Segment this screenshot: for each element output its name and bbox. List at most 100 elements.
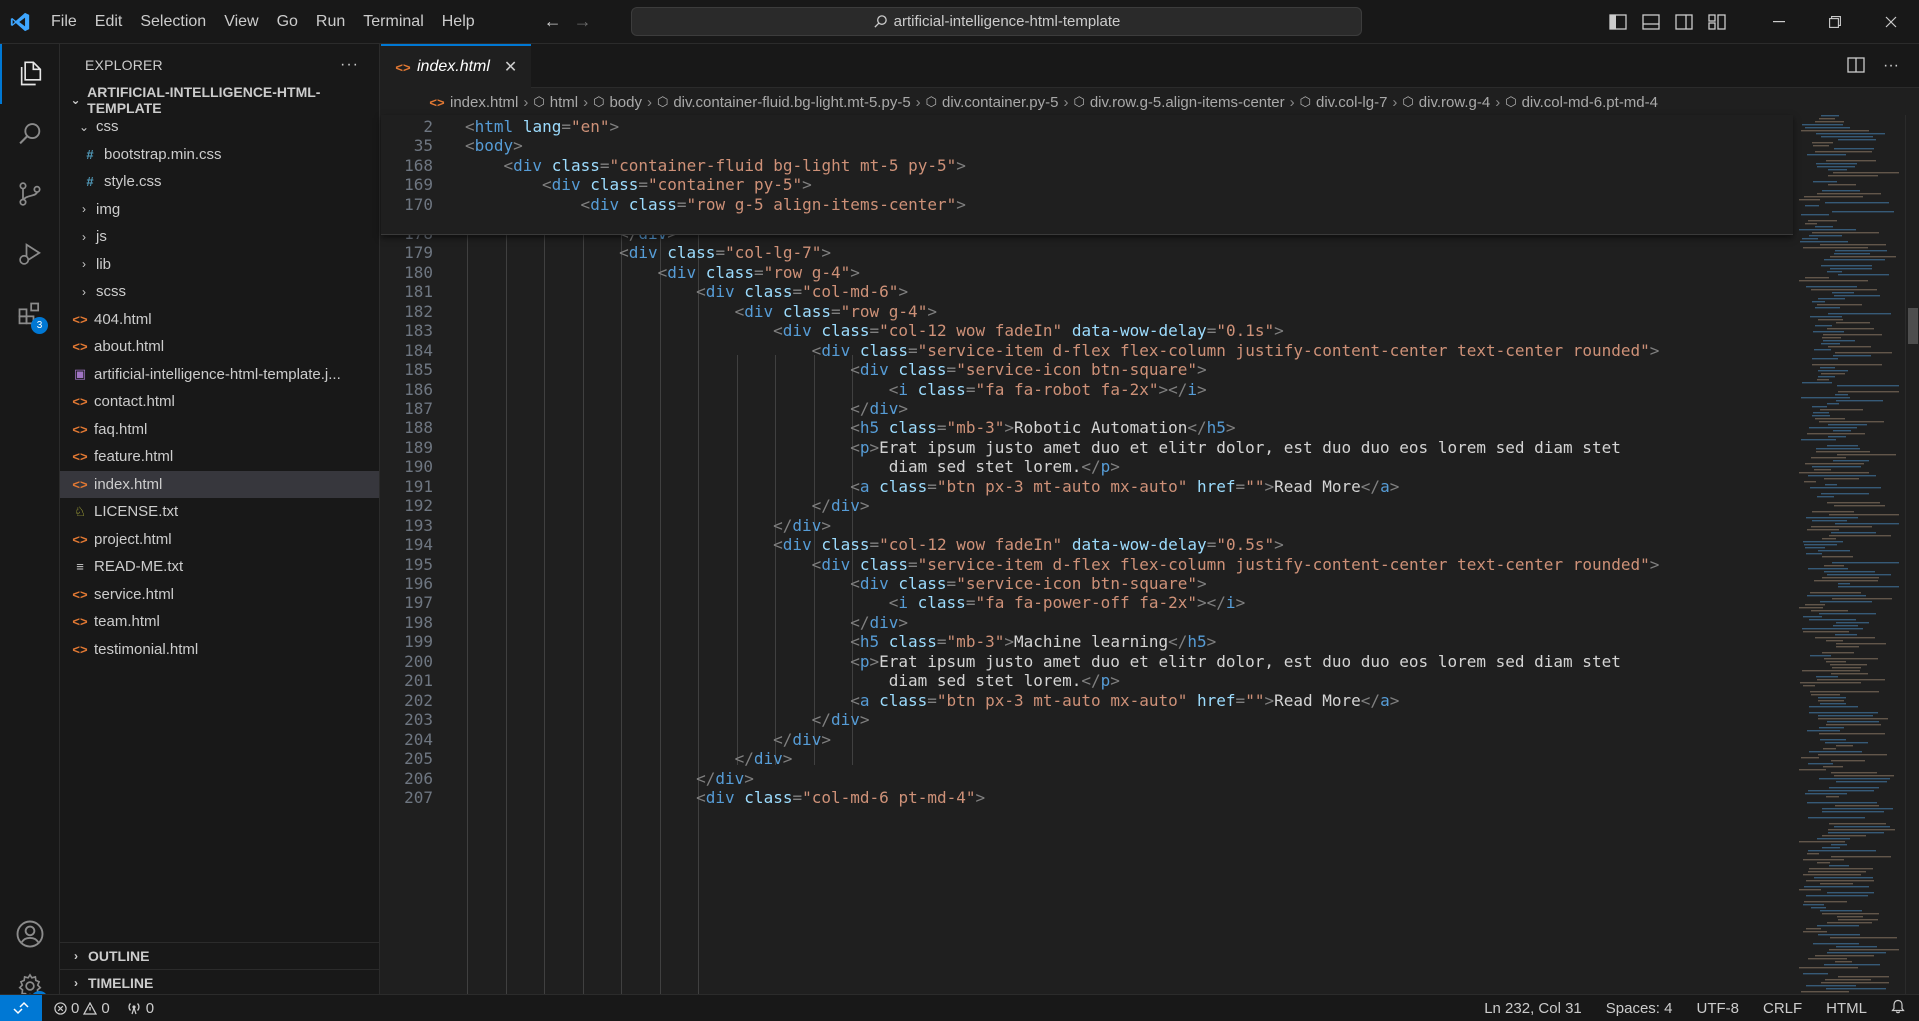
minimap-code-line [1835,250,1887,252]
menu-go[interactable]: Go [268,0,307,44]
breadcrumb-item[interactable]: <> index.html [429,94,518,111]
minimap[interactable] [1793,115,1903,994]
token-pun: ></ [1158,379,1188,399]
tree-item[interactable]: <> service.html [60,581,379,609]
menu-file[interactable]: File [42,0,86,44]
html-file-icon: <> [72,449,88,465]
indentation[interactable]: Spaces: 4 [1606,1000,1673,1017]
menu-terminal[interactable]: Terminal [354,0,432,44]
token-pun: = [561,117,571,136]
scrollbar-thumb[interactable] [1908,308,1918,344]
tree-item[interactable]: › lib [60,251,379,279]
token-pun: = [715,243,726,263]
more-actions-icon[interactable]: ··· [340,56,359,74]
token-pun: < [580,194,591,214]
split-editor-icon[interactable] [1847,56,1865,76]
tree-item[interactable]: <> feature.html [60,443,379,471]
sticky-scroll-header[interactable]: 2 <html lang="en"> 35 <body> 168 <div class="… [381,115,1793,235]
tab-index-html[interactable]: <> index.html ✕ [381,44,531,88]
minimap-code-line [1834,148,1874,150]
problems-indicator[interactable]: 0 0 [54,1000,110,1017]
encoding[interactable]: UTF-8 [1696,1000,1739,1017]
ports-indicator[interactable]: 0 [126,1000,154,1017]
tree-item[interactable]: <> team.html [60,608,379,636]
workspace-root-folder[interactable]: ⌄ ARTIFICIAL-INTELLIGENCE-HTML-TEMPLATE [60,84,379,116]
end-of-line[interactable]: CRLF [1763,1000,1802,1017]
breadcrumb-item[interactable]: ⬡ div.col-md-6.pt-md-4 [1505,94,1658,111]
extensions-icon[interactable]: 3 [0,284,60,344]
code-line[interactable]: 207 <div class="col-md-6 pt-md-4"> [381,786,1793,810]
tree-item[interactable]: ▣ artificial-intelligence-html-template.j… [60,361,379,389]
search-icon[interactable] [0,104,60,164]
menu-run[interactable]: Run [307,0,354,44]
cursor-position[interactable]: Ln 232, Col 31 [1484,1000,1582,1017]
code-editor[interactable]: 176clita duo justo et tempor eirmod magn… [381,115,1793,994]
accounts-icon[interactable] [0,904,60,964]
explorer-icon[interactable] [0,44,60,104]
token-pun: = [1235,690,1246,710]
menu-selection[interactable]: Selection [131,0,215,44]
back-arrow-icon[interactable]: ← [544,11,562,32]
customize-layout-icon[interactable] [1700,0,1733,44]
tree-item[interactable]: <> contact.html [60,388,379,416]
tree-item[interactable]: › js [60,223,379,251]
breadcrumb-item[interactable]: ⬡ div.container-fluid.bg-light.mt-5.py-5 [657,94,911,111]
language-mode[interactable]: HTML [1826,1000,1867,1017]
menu-edit[interactable]: Edit [86,0,132,44]
title-right-controls [1601,0,1919,44]
tree-item[interactable]: # style.css [60,168,379,196]
vertical-scrollbar[interactable] [1905,115,1919,994]
close-window-icon[interactable] [1863,0,1919,44]
more-actions-icon[interactable]: ··· [1883,57,1899,75]
code-line[interactable]: 170 <div class="row g-5 align-items-cente… [381,193,1793,217]
tree-item[interactable]: › scss [60,278,379,306]
menu-view[interactable]: View [215,0,267,44]
restore-window-icon[interactable] [1807,0,1863,44]
minimize-window-icon[interactable] [1751,0,1807,44]
breadcrumb-item[interactable]: ⬡ div.container.py-5 [926,94,1059,111]
minimap-code-line [1809,619,1856,621]
tree-item[interactable]: ♘ LICENSE.txt [60,498,379,526]
breadcrumb-separator-icon: › [1495,93,1501,111]
tree-item[interactable]: <> about.html [60,333,379,361]
timeline-section[interactable]: › TIMELINE [60,969,380,996]
menu-help[interactable]: Help [433,0,484,44]
breadcrumb-item[interactable]: ⬡ div.row.g-5.align-items-center [1073,94,1284,111]
tree-item[interactable]: › img [60,196,379,224]
remote-indicator-icon[interactable] [0,994,42,1021]
minimap-code-line [1826,796,1839,798]
toggle-secondary-sidebar-icon[interactable] [1667,0,1700,44]
tree-item[interactable]: ≡ READ-ME.txt [60,553,379,581]
tree-item[interactable]: <> index.html [60,470,379,498]
source-control-icon[interactable] [0,164,60,224]
toggle-panel-icon[interactable] [1634,0,1667,44]
breadcrumb-item[interactable]: ⬡ html [533,94,578,111]
minimap-code-line [1803,874,1861,876]
token-pun: = [792,282,803,302]
command-center-search[interactable]: artificial-intelligence-html-template [631,7,1362,36]
breadcrumb-item[interactable]: ⬡ body [593,94,642,111]
minimap-code-line [1823,340,1855,342]
tree-item[interactable]: <> project.html [60,526,379,554]
close-tab-icon[interactable]: ✕ [504,57,517,77]
outline-section[interactable]: › OUTLINE [60,942,380,969]
minimap-code-line [1837,916,1863,918]
tree-item[interactable]: <> testimonial.html [60,636,379,664]
minimap-code-line [1821,373,1845,375]
chevron-right-icon: › [74,949,78,963]
breadcrumb-item[interactable]: ⬡ div.col-lg-7 [1300,94,1388,111]
tree-item[interactable]: ⌄ css [60,113,379,141]
tree-item[interactable]: <> 404.html [60,306,379,334]
toggle-primary-sidebar-icon[interactable] [1601,0,1634,44]
minimap-code-line [1838,139,1876,141]
forward-arrow-icon[interactable]: → [574,11,592,32]
tree-item[interactable]: <> faq.html [60,416,379,444]
token-pun: = [638,175,649,195]
minimap-code-line [1824,259,1885,261]
tree-item[interactable]: # bootstrap.min.css [60,141,379,169]
minimap-code-line [1813,943,1859,945]
run-and-debug-icon[interactable] [0,224,60,284]
notifications-bell-icon[interactable] [1891,999,1905,1018]
breadcrumb-item[interactable]: ⬡ div.row.g-4 [1402,94,1490,111]
